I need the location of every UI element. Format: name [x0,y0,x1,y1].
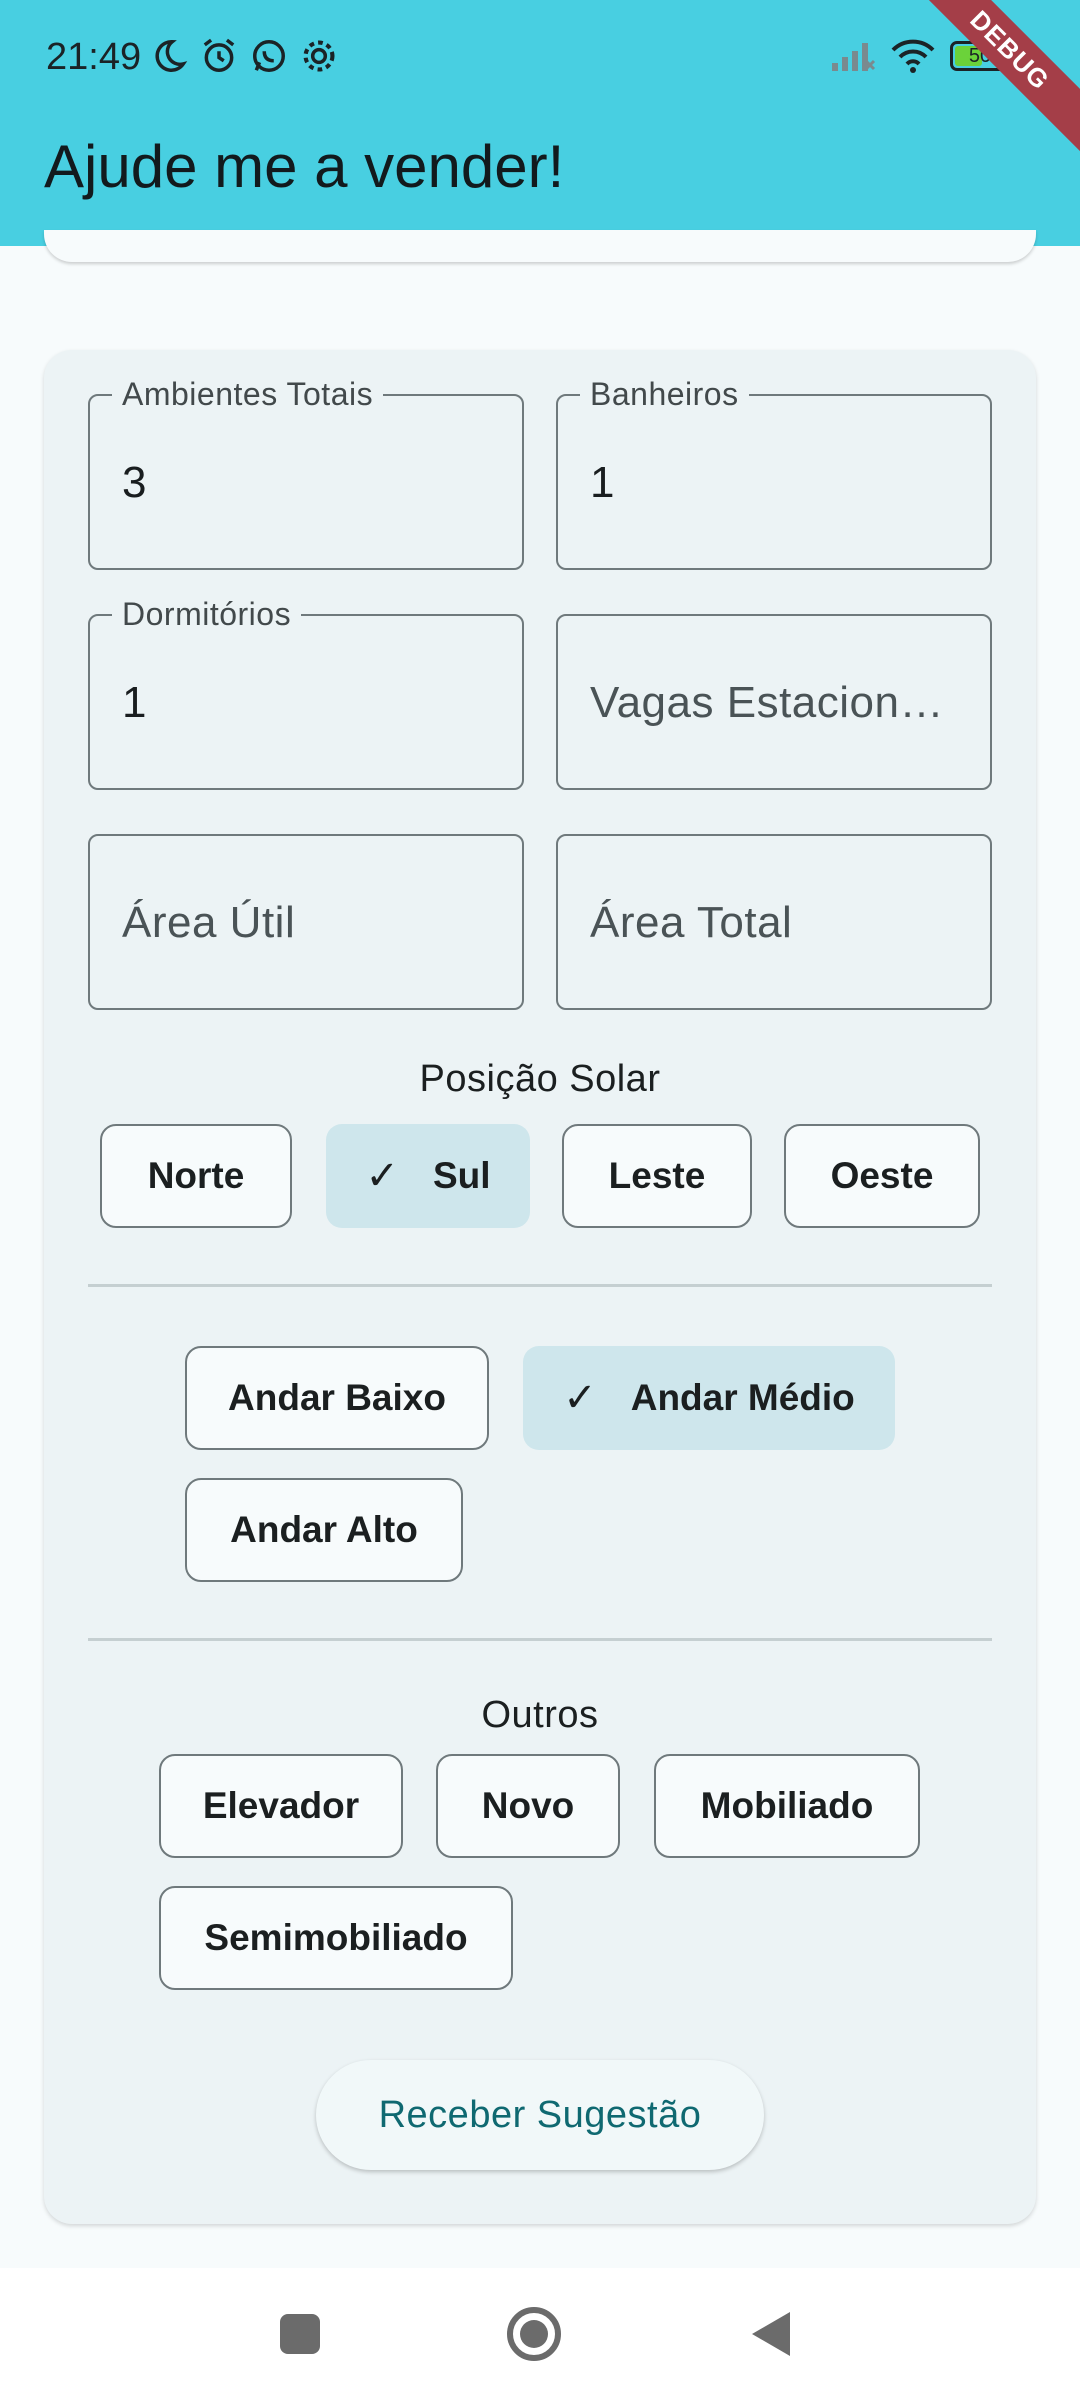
ambientes-totais-value: 3 [122,458,147,507]
status-bar: 21:49 50 [0,0,1080,116]
banheiros-field[interactable]: Banheiros 1 [556,376,992,570]
chip-label: Elevador [202,1785,360,1826]
chip-leste[interactable]: Leste [562,1124,752,1228]
whatsapp-icon [253,40,285,72]
wifi-icon [891,39,935,73]
chip-label: Oeste [830,1155,934,1196]
chip-andar-alto[interactable]: Andar Alto [185,1478,463,1582]
ambientes-totais-field[interactable]: Ambientes Totais 3 [88,376,524,570]
chip-label: Sul [432,1155,491,1196]
chip-mobiliado[interactable]: Mobiliado [654,1754,920,1858]
chip-novo[interactable]: Novo [436,1754,620,1858]
dormitorios-field[interactable]: Dormitórios 1 [88,596,524,790]
alarm-icon [203,38,235,72]
area-total-field[interactable]: Área Total [556,834,992,1010]
chip-andar-baixo[interactable]: Andar Baixo [185,1346,489,1450]
page-title: Ajude me a vender! [44,133,565,200]
home-icon[interactable] [506,2306,562,2362]
area-util-placeholder: Área Útil [122,898,296,947]
dormitorios-label: Dormitórios [112,596,302,633]
moon-icon [155,40,188,72]
chip-label: Andar Médio [630,1377,855,1418]
vagas-estacionamento-placeholder: Vagas Estacionamento [590,678,960,727]
chip-norte[interactable]: Norte [100,1124,292,1228]
chip-label: Andar Baixo [228,1377,446,1418]
outros-title: Outros [481,1694,599,1736]
status-notification-icons [150,36,338,76]
chip-label: Novo [481,1785,575,1826]
property-form-card: Ambientes Totais 3 Banheiros 1 Dormitóri… [44,350,1036,2224]
back-icon[interactable] [744,2306,800,2362]
area-total-placeholder: Área Total [590,898,793,947]
chip-semimobiliado[interactable]: Semimobiliado [159,1886,513,1990]
area-util-field[interactable]: Área Útil [88,834,524,1010]
banheiros-label: Banheiros [580,376,749,413]
ambientes-totais-label: Ambientes Totais [112,376,384,413]
chip-sul[interactable]: ✓ Sul [326,1124,530,1228]
chip-andar-medio[interactable]: ✓ Andar Médio [523,1346,895,1450]
chip-oeste[interactable]: Oeste [784,1124,980,1228]
app-header: 21:49 50 DEBUG Ajude me a vender! [0,0,1080,246]
chip-label: Andar Alto [230,1509,418,1550]
chip-label: Norte [147,1155,245,1196]
check-icon: ✓ [563,1376,597,1420]
system-nav-bar [0,2268,1080,2400]
recent-apps-icon[interactable] [272,2306,328,2362]
settings-icon [303,40,335,72]
chip-label: Leste [608,1155,706,1196]
receber-sugestao-button[interactable]: Receber Sugestão [316,2060,764,2170]
chip-elevador[interactable]: Elevador [159,1754,403,1858]
chip-label: Mobiliado [700,1785,874,1826]
signal-icon [832,43,876,71]
vagas-estacionamento-field[interactable]: Vagas Estacionamento [556,614,992,790]
banheiros-value: 1 [590,458,615,507]
divider [88,1638,992,1641]
check-icon: ✓ [365,1154,399,1198]
status-time: 21:49 [46,36,142,78]
dormitorios-value: 1 [122,678,147,727]
chip-label: Semimobiliado [204,1917,468,1958]
posicao-solar-title: Posição Solar [419,1058,661,1100]
previous-card-edge [44,230,1036,262]
divider [88,1284,992,1287]
